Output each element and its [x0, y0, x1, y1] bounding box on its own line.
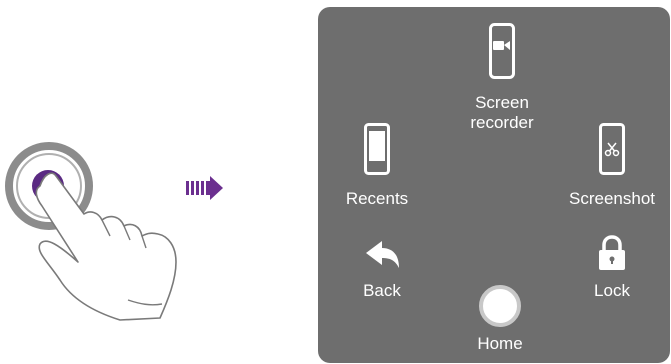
- screen-recorder-icon: [489, 23, 515, 79]
- screenshot-label: Screenshot: [569, 189, 655, 208]
- screenshot-button[interactable]: Screenshot: [560, 123, 664, 209]
- back-icon: [366, 241, 399, 268]
- tap-illustration: [5, 142, 223, 321]
- recents-label: Recents: [345, 189, 409, 208]
- floating-menu-panel: Screen recorder Recents Screenshot Back: [318, 7, 670, 363]
- arrow-right-icon: [186, 176, 223, 200]
- recents-button[interactable]: Recents: [332, 123, 422, 209]
- home-label: Home: [477, 334, 523, 353]
- hand-outline-icon: [35, 172, 177, 321]
- back-button[interactable]: Back: [352, 239, 412, 301]
- screen-recorder-label-line1: Screen: [475, 93, 529, 112]
- lock-button[interactable]: Lock: [582, 235, 642, 301]
- screenshot-icon: [599, 123, 625, 175]
- screen-recorder-button[interactable]: Screen recorder: [450, 23, 554, 133]
- home-icon: [479, 285, 521, 327]
- lock-label: Lock: [594, 281, 630, 300]
- recents-icon: [364, 123, 390, 175]
- home-button[interactable]: Home: [464, 284, 536, 354]
- lock-icon: [599, 235, 625, 270]
- back-label: Back: [363, 281, 401, 300]
- screen-recorder-label-line2: recorder: [470, 113, 534, 132]
